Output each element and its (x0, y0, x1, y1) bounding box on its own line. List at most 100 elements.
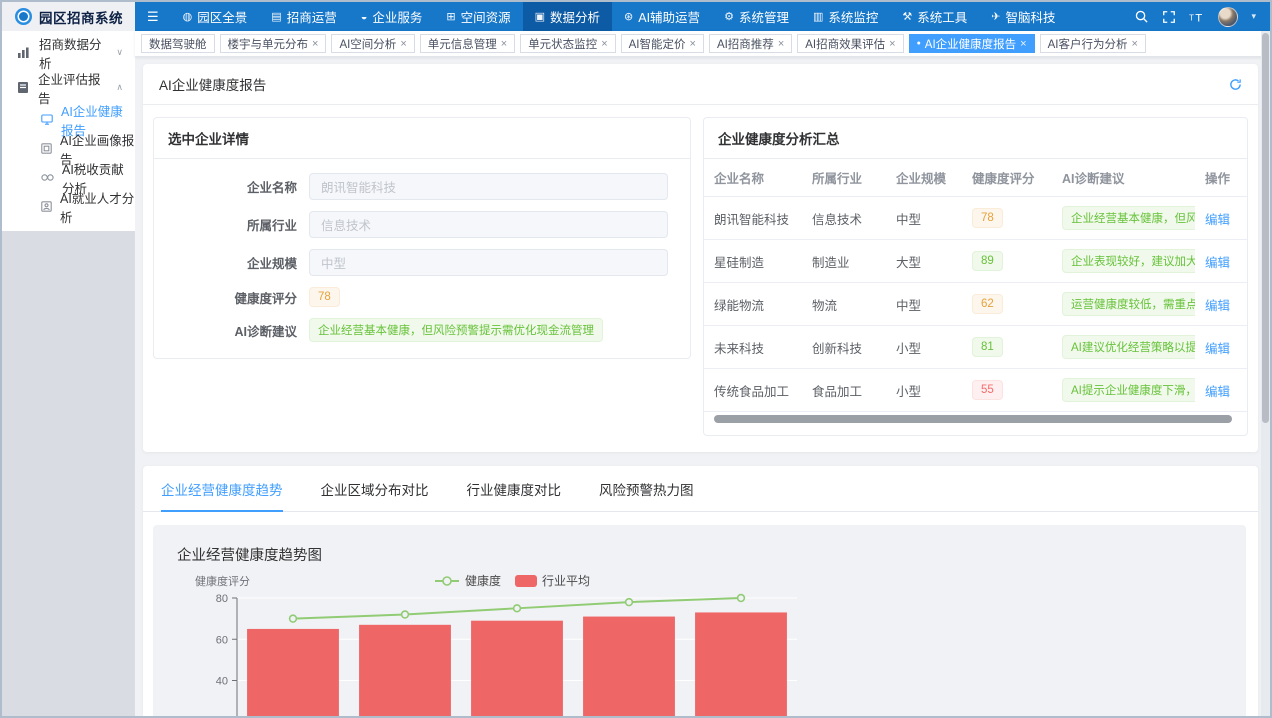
app-title: 园区招商系统 (39, 7, 123, 27)
tab-ai-space[interactable]: AI空间分析× (331, 34, 414, 53)
nav-item-system-tools[interactable]: ⚒系统工具 (890, 2, 979, 31)
building-icon: ▤ (271, 10, 281, 23)
chevron-down-icon: ∨ (116, 47, 123, 58)
nav-item-ai-assist[interactable]: ⊛AI辅助运营 (612, 2, 712, 31)
close-tab-icon[interactable]: × (690, 38, 696, 50)
card-body: 选中企业详情 企业名称 所属行业 (143, 105, 1258, 452)
close-tab-icon[interactable]: × (778, 38, 784, 50)
health-report-card: AI企业健康度报告 选中企业详情 企业名称 (143, 64, 1258, 452)
chart-container: 企业经营健康度趋势图 健康度评分0204060802025-012025-022… (153, 525, 1246, 716)
nav-item-enterprise-service[interactable]: ◒企业服务 (349, 2, 435, 31)
tab-unit-info[interactable]: 单元信息管理× (420, 34, 515, 53)
fullscreen-icon[interactable] (1162, 10, 1176, 24)
caret-down-icon[interactable]: ▾ (1251, 11, 1256, 22)
close-tab-icon[interactable]: × (501, 38, 507, 50)
sidebar-group-investment-data[interactable]: 招商数据分析 ∨ (2, 35, 135, 70)
trend-chart: 健康度评分0204060802025-012025-022025-032025-… (153, 571, 1237, 716)
industry-field[interactable] (309, 211, 668, 238)
scale-field[interactable] (309, 249, 668, 276)
tab-ai-health-report[interactable]: ●AI企业健康度报告× (909, 34, 1035, 53)
table-row: 未来科技 创新科技 小型 81 AI建议优化经营策略以提升健康度 编辑 (704, 326, 1247, 369)
col-header: 所属行业 (802, 159, 886, 197)
tab-data-cockpit[interactable]: 数据驾驶舱 (141, 34, 215, 53)
svg-text:健康度: 健康度 (465, 573, 501, 588)
close-tab-icon[interactable]: × (1020, 38, 1026, 50)
monitor-icon: ▣ (535, 10, 545, 23)
scrollbar-thumb[interactable] (1262, 33, 1269, 423)
tab-region-compare[interactable]: 企业区域分布对比 (321, 479, 429, 511)
toolbox-icon: ⚒ (902, 10, 912, 23)
tag-tabs-bar: 数据驾驶舱 楼宇与单元分布× AI空间分析× 单元信息管理× 单元状态监控× A… (135, 31, 1270, 57)
score-badge: 62 (972, 294, 1003, 314)
svg-text:60: 60 (216, 634, 228, 646)
nav-item-investment-ops[interactable]: ▤招商运营 (259, 2, 348, 31)
main-nav: ☰ ◍园区全景 ▤招商运营 ◒企业服务 ⊞空间资源 ▣数据分析 ⊛AI辅助运营 … (135, 2, 1270, 31)
col-header: 操作 (1195, 159, 1247, 197)
user-avatar[interactable] (1218, 7, 1238, 27)
form-row: 企业规模 (164, 249, 668, 276)
horizontal-scrollbar[interactable] (714, 415, 1237, 423)
body-row: 招商数据分析 ∨ 企业评估报告 ∧ AI企业健康报告 (2, 31, 1270, 716)
panel-title: 选中企业详情 (154, 118, 690, 159)
hamburger-icon[interactable]: ☰ (135, 2, 171, 31)
field-label: AI诊断建议 (164, 321, 309, 340)
panorama-icon: ◍ (183, 10, 193, 23)
col-header: 企业规模 (886, 159, 962, 197)
monitor-grid-icon: ▥ (813, 10, 823, 23)
tab-health-trend[interactable]: 企业经营健康度趋势 (161, 479, 283, 511)
suggestion-badge: AI提示企业健康度下滑，建议加强财务 (1062, 378, 1195, 402)
sidebar-item-ai-talent-analysis[interactable]: AI就业人才分析 (2, 192, 135, 221)
field-label: 健康度评分 (164, 288, 309, 307)
table-row: 绿能物流 物流 中型 62 运营健康度较低，需重点关注现金流与 编辑 (704, 283, 1247, 326)
svg-text:健康度评分: 健康度评分 (195, 574, 250, 588)
health-summary-panel: 企业健康度分析汇总 企业名称 所属行业 企业规模 (703, 117, 1248, 436)
edit-link[interactable]: 编辑 (1205, 213, 1230, 227)
close-tab-icon[interactable]: × (889, 38, 895, 50)
close-tab-icon[interactable]: × (312, 38, 318, 50)
edit-link[interactable]: 编辑 (1205, 342, 1230, 356)
score-badge: 55 (972, 380, 1003, 400)
scrollbar-thumb[interactable] (714, 415, 1232, 423)
nav-item-data-analysis[interactable]: ▣数据分析 (523, 2, 612, 31)
chart-title: 企业经营健康度趋势图 (153, 525, 1246, 571)
nav-item-space-resource[interactable]: ⊞空间资源 (434, 2, 522, 31)
tab-building-unit[interactable]: 楼宇与单元分布× (220, 34, 327, 53)
close-tab-icon[interactable]: × (400, 38, 406, 50)
font-size-icon[interactable]: TT (1189, 10, 1205, 24)
vertical-scrollbar[interactable] (1261, 31, 1270, 716)
tab-ai-pricing[interactable]: AI智能定价× (621, 34, 704, 53)
edit-link[interactable]: 编辑 (1205, 256, 1230, 270)
edit-link[interactable]: 编辑 (1205, 385, 1230, 399)
nav-item-system-monitor[interactable]: ▥系统监控 (801, 2, 890, 31)
summary-table: 企业名称 所属行业 企业规模 健康度评分 AI诊断建议 操作 (704, 159, 1247, 412)
page-title: AI企业健康度报告 (159, 74, 266, 94)
main-content: AI企业健康度报告 选中企业详情 企业名称 (135, 57, 1270, 716)
logo-area: 园区招商系统 (2, 2, 135, 31)
content-column: 数据驾驶舱 楼宇与单元分布× AI空间分析× 单元信息管理× 单元状态监控× A… (135, 31, 1270, 716)
nav-item-zhinao-tech[interactable]: ✈智脑科技 (979, 2, 1067, 31)
field-label: 企业规模 (164, 253, 309, 272)
nav-item-park-overview[interactable]: ◍园区全景 (171, 2, 260, 31)
paper-plane-icon: ✈ (991, 10, 1000, 23)
tab-unit-status[interactable]: 单元状态监控× (520, 34, 615, 53)
tab-risk-heatmap[interactable]: 风险预警热力图 (599, 479, 694, 511)
tab-ai-recommend[interactable]: AI招商推荐× (709, 34, 792, 53)
panel-title: 企业健康度分析汇总 (704, 118, 1247, 159)
tab-industry-compare[interactable]: 行业健康度对比 (467, 479, 562, 511)
enterprise-name-field[interactable] (309, 173, 668, 200)
bar-chart-icon (17, 47, 30, 59)
close-tab-icon[interactable]: × (601, 38, 607, 50)
document-icon (17, 81, 29, 94)
svg-text:40: 40 (216, 676, 228, 688)
nav-item-system-manage[interactable]: ⚙系统管理 (712, 2, 801, 31)
score-badge: 81 (972, 337, 1003, 357)
suggestion-badge: 企业经营基本健康，但风险预警提示需优化现金流管理 (1062, 206, 1195, 230)
search-icon[interactable] (1134, 9, 1149, 24)
edit-link[interactable]: 编辑 (1205, 299, 1230, 313)
tab-ai-customer-behavior[interactable]: AI客户行为分析× (1040, 34, 1146, 53)
chevron-up-icon: ∧ (116, 82, 123, 93)
score-badge: 89 (972, 251, 1003, 271)
close-tab-icon[interactable]: × (1131, 38, 1137, 50)
tab-ai-effect-eval[interactable]: AI招商效果评估× (797, 34, 903, 53)
refresh-icon[interactable] (1229, 78, 1242, 91)
